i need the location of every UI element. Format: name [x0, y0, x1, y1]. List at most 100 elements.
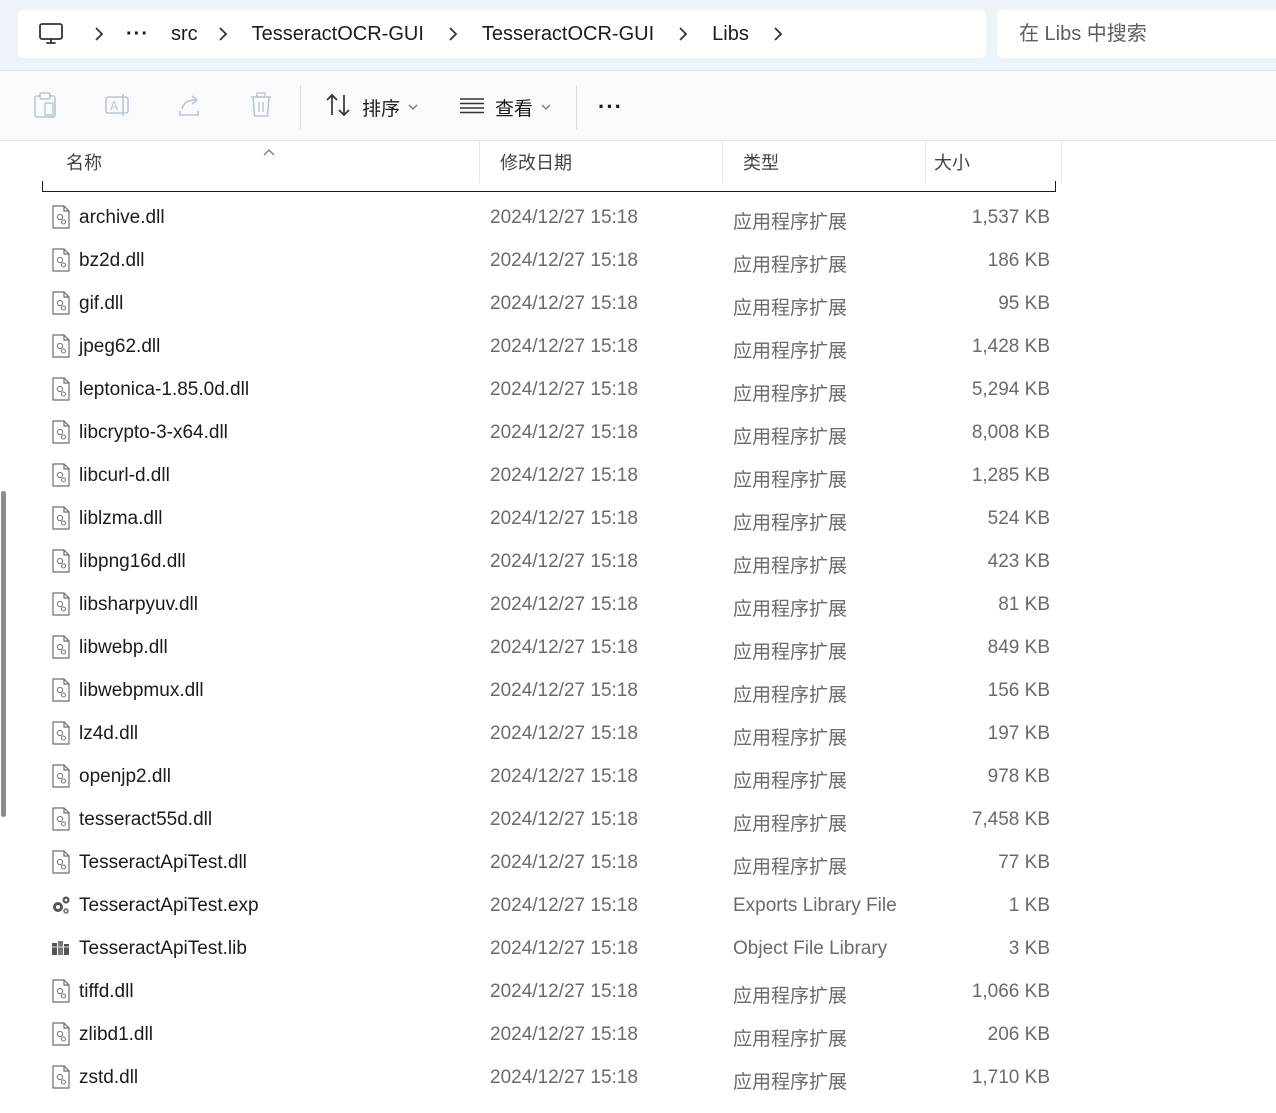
dll-icon — [50, 721, 72, 745]
file-row[interactable]: TesseractApiTest.exp 2024/12/27 15:18 Expo… — [0, 884, 1276, 927]
chevron-down-icon — [541, 98, 551, 116]
file-size: 77 KB — [998, 852, 1050, 873]
vertical-scrollbar[interactable] — [0, 141, 8, 1113]
file-row[interactable]: libpng16d.dll 2024/12/27 15:18 应用程序扩展 423 K… — [0, 540, 1276, 583]
file-row[interactable]: zlibd1.dll 2024/12/27 15:18 应用程序扩展 206 KB — [0, 1013, 1276, 1056]
column-header-name[interactable]: 名称 — [46, 141, 480, 183]
file-date: 2024/12/27 15:18 — [490, 809, 638, 830]
scrollbar-thumb[interactable] — [1, 491, 6, 817]
file-name: liblzma.dll — [79, 508, 163, 529]
file-type: 应用程序扩展 — [733, 1029, 848, 1050]
file-row[interactable]: libwebp.dll 2024/12/27 15:18 应用程序扩展 849 KB — [0, 626, 1276, 669]
chevron-right-icon[interactable] — [84, 10, 114, 58]
file-name: TesseractApiTest.dll — [79, 852, 247, 873]
address-bar: ··· src TesseractOCR-GUI TesseractOCR-GU… — [0, 0, 1276, 70]
breadcrumb-item-tesseractocr-gui-2[interactable]: TesseractOCR-GUI — [468, 23, 668, 46]
file-date: 2024/12/27 15:18 — [490, 637, 638, 658]
file-row[interactable]: zstd.dll 2024/12/27 15:18 应用程序扩展 1,710 KB — [0, 1056, 1276, 1099]
file-row[interactable]: lz4d.dll 2024/12/27 15:18 应用程序扩展 197 KB — [0, 712, 1276, 755]
file-row[interactable]: gif.dll 2024/12/27 15:18 应用程序扩展 95 KB — [0, 282, 1276, 325]
file-row[interactable]: tesseract55d.dll 2024/12/27 15:18 应用程序扩展 7,… — [0, 798, 1276, 841]
chevron-right-icon[interactable] — [763, 10, 793, 58]
file-type: 应用程序扩展 — [733, 1072, 848, 1093]
breadcrumb-overflow[interactable]: ··· — [114, 23, 161, 46]
file-type: 应用程序扩展 — [733, 427, 848, 448]
computer-icon[interactable] — [18, 10, 84, 58]
file-type: 应用程序扩展 — [733, 599, 848, 620]
breadcrumb[interactable]: ··· src TesseractOCR-GUI TesseractOCR-GU… — [18, 10, 986, 58]
search-box[interactable] — [997, 10, 1276, 58]
file-row[interactable]: archive.dll 2024/12/27 15:18 应用程序扩展 1,537 K… — [0, 196, 1276, 239]
breadcrumb-item-tesseractocr-gui[interactable]: TesseractOCR-GUI — [238, 23, 438, 46]
file-row[interactable]: jpeg62.dll 2024/12/27 15:18 应用程序扩展 1,428 KB — [0, 325, 1276, 368]
svg-text:A: A — [110, 99, 119, 113]
file-name: lz4d.dll — [79, 723, 139, 744]
file-type: 应用程序扩展 — [733, 384, 848, 405]
file-name: libpng16d.dll — [79, 551, 186, 572]
dll-icon — [50, 420, 72, 444]
file-type: 应用程序扩展 — [733, 255, 848, 276]
file-row[interactable]: libsharpyuv.dll 2024/12/27 15:18 应用程序扩展 81 … — [0, 583, 1276, 626]
dll-icon — [50, 291, 72, 315]
file-date: 2024/12/27 15:18 — [490, 594, 638, 615]
delete-button[interactable] — [249, 89, 273, 125]
file-row[interactable]: libcrypto-3-x64.dll 2024/12/27 15:18 应用程序扩… — [0, 411, 1276, 454]
file-row[interactable]: leptonica-1.85.0d.dll 2024/12/27 15:18 应用程… — [0, 368, 1276, 411]
file-date: 2024/12/27 15:18 — [490, 766, 638, 787]
dll-icon — [50, 205, 72, 229]
file-row[interactable]: TesseractApiTest.lib 2024/12/27 15:18 Obje… — [0, 927, 1276, 970]
sort-button[interactable]: 排序 — [324, 89, 418, 125]
file-date: 2024/12/27 15:18 — [490, 852, 638, 873]
paste-button[interactable] — [32, 89, 58, 125]
file-name: TesseractApiTest.lib — [79, 938, 247, 959]
file-date: 2024/12/27 15:18 — [490, 551, 638, 572]
file-date: 2024/12/27 15:18 — [490, 895, 638, 916]
file-type: Exports Library File — [733, 895, 897, 916]
column-header-date[interactable]: 修改日期 — [480, 141, 723, 183]
chevron-right-icon[interactable] — [668, 10, 698, 58]
file-row[interactable]: libwebpmux.dll 2024/12/27 15:18 应用程序扩展 156 … — [0, 669, 1276, 712]
clipboard-icon — [32, 91, 58, 124]
file-type: 应用程序扩展 — [733, 556, 848, 577]
dll-icon — [50, 463, 72, 487]
chevron-right-icon[interactable] — [438, 10, 468, 58]
breadcrumb-item-src[interactable]: src — [161, 23, 208, 46]
chevron-right-icon[interactable] — [208, 10, 238, 58]
file-size: 1,066 KB — [971, 981, 1050, 1002]
rename-icon: A — [104, 91, 132, 124]
file-size: 1 KB — [1008, 895, 1050, 916]
column-header-size[interactable]: 大小 — [926, 141, 1062, 183]
share-button[interactable] — [176, 89, 204, 125]
dll-icon — [50, 979, 72, 1003]
file-size: 95 KB — [998, 293, 1050, 314]
file-row[interactable]: libcurl-d.dll 2024/12/27 15:18 应用程序扩展 1,285… — [0, 454, 1276, 497]
file-date: 2024/12/27 15:18 — [490, 250, 638, 271]
sort-ascending-icon — [262, 141, 276, 162]
file-row[interactable]: liblzma.dll 2024/12/27 15:18 应用程序扩展 524 KB — [0, 497, 1276, 540]
file-row[interactable]: tiffd.dll 2024/12/27 15:18 应用程序扩展 1,066 KB — [0, 970, 1276, 1013]
dll-icon — [50, 549, 72, 573]
file-size: 1,710 KB — [971, 1067, 1050, 1088]
file-type: 应用程序扩展 — [733, 642, 848, 663]
file-size: 423 KB — [987, 551, 1050, 572]
more-options-button[interactable]: ··· — [598, 89, 623, 125]
file-name: jpeg62.dll — [79, 336, 161, 357]
file-row[interactable]: bz2d.dll 2024/12/27 15:18 应用程序扩展 186 KB — [0, 239, 1276, 282]
dll-icon — [50, 1022, 72, 1046]
file-date: 2024/12/27 15:18 — [490, 723, 638, 744]
file-date: 2024/12/27 15:18 — [490, 336, 638, 357]
file-name: gif.dll — [79, 293, 124, 314]
file-name: tiffd.dll — [79, 981, 134, 1002]
file-size: 8,008 KB — [971, 422, 1050, 443]
search-input[interactable] — [1019, 22, 1259, 46]
file-size: 206 KB — [987, 1024, 1050, 1045]
file-row[interactable]: openjp2.dll 2024/12/27 15:18 应用程序扩展 978 KB — [0, 755, 1276, 798]
breadcrumb-item-libs[interactable]: Libs — [698, 23, 763, 46]
view-button[interactable]: 查看 — [459, 89, 551, 125]
file-row[interactable]: TesseractApiTest.dll 2024/12/27 15:18 应用程序… — [0, 841, 1276, 884]
column-header-type[interactable]: 类型 — [723, 141, 926, 183]
dll-icon — [50, 764, 72, 788]
rename-button[interactable]: A — [104, 89, 132, 125]
file-date: 2024/12/27 15:18 — [490, 1024, 638, 1045]
file-type: 应用程序扩展 — [733, 212, 848, 233]
